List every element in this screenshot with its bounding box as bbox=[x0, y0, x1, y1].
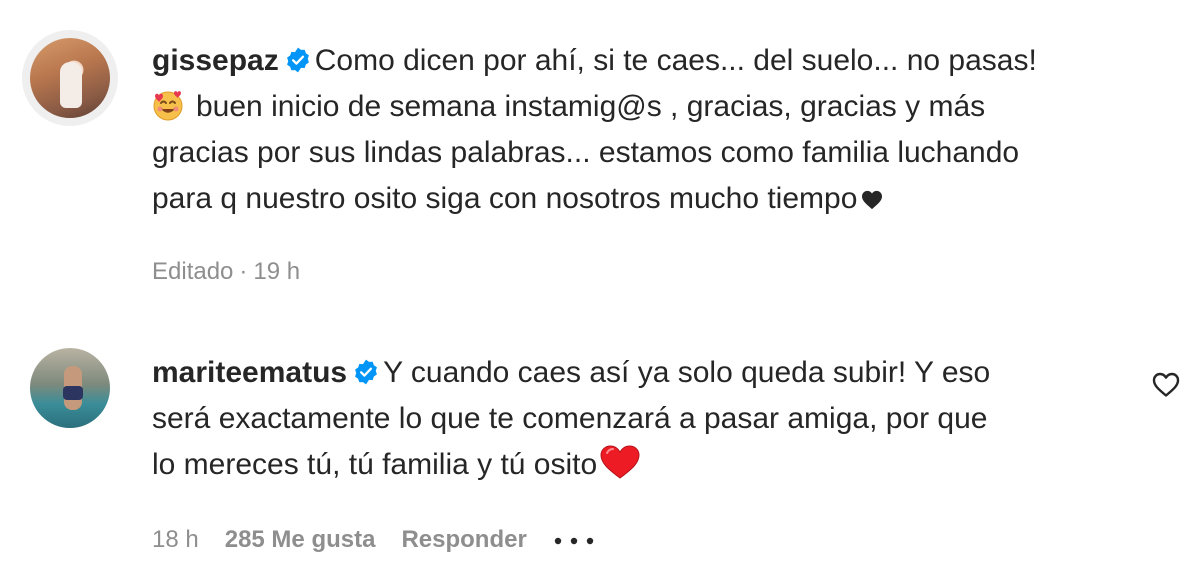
comment-line-3: gracias por sus lindas palabras... estam… bbox=[152, 130, 1037, 176]
likes-count[interactable]: 285 Me gusta bbox=[225, 526, 376, 553]
comment-text-line: será exactamente lo que te comenzará a p… bbox=[152, 402, 988, 435]
avatar-figure bbox=[60, 62, 82, 108]
black-heart-icon bbox=[862, 190, 883, 210]
comment-line-2: buen inicio de semana instamig@s , graci… bbox=[152, 84, 1037, 130]
comment-line-2: será exactamente lo que te comenzará a p… bbox=[152, 396, 990, 442]
comment-text-line: Y cuando caes así ya solo queda subir! Y… bbox=[383, 356, 991, 389]
comment-line-4: para q nuestro osito siga con nosotros m… bbox=[152, 176, 1037, 222]
comment-line-1: mariteematus Y cuando caes así ya solo qu… bbox=[152, 350, 990, 396]
avatar-swimsuit bbox=[63, 386, 83, 400]
comment-text-line: lo mereces tú, tú familia y tú osito bbox=[152, 448, 598, 481]
username[interactable]: gissepaz bbox=[152, 44, 279, 77]
edited-label: Editado bbox=[152, 258, 234, 285]
avatar-photo bbox=[30, 38, 110, 118]
comment-text-line: gracias por sus lindas palabras... estam… bbox=[152, 136, 1020, 169]
comment-body: gissepaz Como dicen por ahí, si te caes..… bbox=[152, 38, 1037, 222]
reply-button[interactable]: Responder bbox=[401, 526, 526, 553]
comment-line-1: gissepaz Como dicen por ahí, si te caes..… bbox=[152, 38, 1037, 84]
more-options-icon[interactable] bbox=[553, 536, 595, 546]
comment-meta: Editado · 19 h bbox=[152, 258, 326, 286]
smiling-face-with-hearts-icon bbox=[153, 91, 183, 121]
comment-line-3: lo mereces tú, tú familia y tú osito bbox=[152, 442, 990, 488]
timestamp[interactable]: 18 h bbox=[152, 526, 199, 553]
meta-separator: · bbox=[239, 258, 248, 285]
like-heart-outline-icon[interactable] bbox=[1152, 372, 1180, 398]
verified-badge-icon bbox=[286, 47, 309, 73]
verified-badge-icon bbox=[355, 359, 378, 385]
username[interactable]: mariteematus bbox=[152, 356, 347, 389]
avatar-gissepaz[interactable] bbox=[22, 30, 118, 126]
comment-meta: 18 h 285 Me gusta Responder bbox=[152, 526, 595, 554]
comment-text-line: para q nuestro osito siga con nosotros m… bbox=[152, 182, 858, 215]
red-heart-icon bbox=[600, 445, 640, 479]
comment-body: mariteematus Y cuando caes así ya solo qu… bbox=[152, 350, 990, 488]
comment-text-line: buen inicio de semana instamig@s , graci… bbox=[196, 90, 986, 123]
timestamp[interactable]: 19 h bbox=[253, 258, 300, 285]
avatar-mariteematus[interactable] bbox=[30, 348, 110, 428]
comment-text-line: Como dicen por ahí, si te caes... del su… bbox=[314, 44, 1037, 77]
